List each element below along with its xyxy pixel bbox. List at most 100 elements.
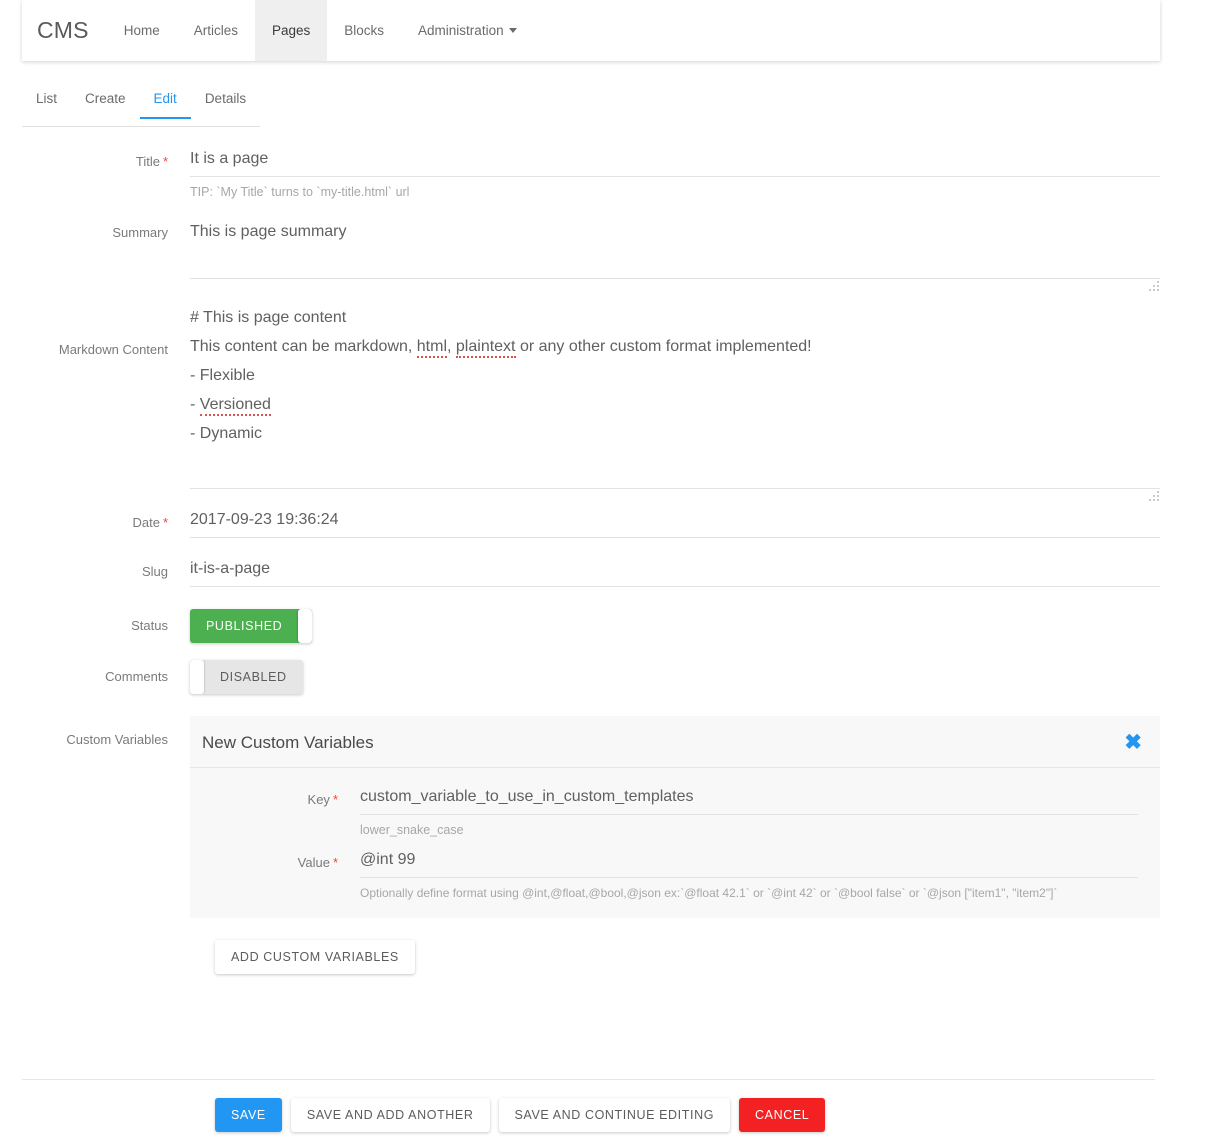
value-label-text: Value xyxy=(297,855,330,870)
markdown-label: Markdown Content xyxy=(58,342,168,357)
field-row-slug: Slug xyxy=(0,560,1205,587)
summary-label: Summary xyxy=(112,225,168,240)
markdown-line-0: # This is page content xyxy=(190,309,347,326)
custom-variables-field-wrap: New Custom Variables ✖ Key* lower_snake_… xyxy=(190,716,1205,918)
markdown-line-3-pre: - xyxy=(190,396,200,413)
comments-toggle[interactable]: DISABLED xyxy=(190,660,303,694)
tab-details[interactable]: Details xyxy=(191,91,260,117)
save-and-continue-editing-button[interactable]: SAVE AND CONTINUE EDITING xyxy=(498,1098,731,1132)
status-label: Status xyxy=(131,618,168,633)
page-edit-form: Title* TIP: `My Title` turns to `my-titl… xyxy=(0,150,1205,974)
key-label-text: Key xyxy=(307,792,330,807)
custom-variables-panel-body: Key* lower_snake_case Value* xyxy=(190,768,1160,918)
status-toggle-label: PUBLISHED xyxy=(206,619,283,633)
tab-create-label: Create xyxy=(85,91,126,106)
field-row-date: Date * xyxy=(0,511,1205,538)
custom-variables-panel-title: New Custom Variables xyxy=(202,732,374,752)
status-toggle[interactable]: PUBLISHED xyxy=(190,609,313,643)
markdown-line-1: This content can be markdown, html, plai… xyxy=(190,332,1160,361)
tab-edit-label: Edit xyxy=(153,91,177,106)
custom-variables-panel-header: New Custom Variables ✖ xyxy=(190,716,1160,768)
date-field-wrap xyxy=(190,511,1205,538)
title-label-text: Title xyxy=(135,154,160,169)
field-row-custom-variables: Custom Variables New Custom Variables ✖ … xyxy=(0,716,1205,918)
field-row-status: Status PUBLISHED xyxy=(0,609,1205,643)
comments-toggle-label: DISABLED xyxy=(220,670,287,684)
markdown-misspelled-versioned: Versioned xyxy=(199,396,271,416)
required-marker: * xyxy=(162,515,168,530)
nav-item-home[interactable]: Home xyxy=(107,0,177,61)
field-row-key: Key* lower_snake_case xyxy=(202,788,1148,837)
nav-item-blocks[interactable]: Blocks xyxy=(327,0,401,61)
add-custom-variables-wrap: ADD CUSTOM VARIABLES xyxy=(0,940,1205,974)
slug-label: Slug xyxy=(141,564,168,579)
slug-input[interactable] xyxy=(190,560,1160,587)
footer-divider xyxy=(22,1079,1155,1080)
nav-item-articles[interactable]: Articles xyxy=(177,0,255,61)
summary-field-wrap xyxy=(190,217,1205,291)
field-row-markdown: Markdown Content # This is page content … xyxy=(0,301,1205,501)
page-tabs: List Create Edit Details xyxy=(22,90,260,127)
date-label: Date * xyxy=(0,511,190,538)
markdown-line-1-post: or any other custom format implemented! xyxy=(515,338,812,355)
cancel-button[interactable]: CANCEL xyxy=(739,1098,826,1132)
tab-edit[interactable]: Edit xyxy=(139,91,191,119)
markdown-misspelled-html: html xyxy=(416,338,448,358)
nav-item-pages[interactable]: Pages xyxy=(255,0,328,61)
summary-textarea-wrap xyxy=(190,217,1160,291)
title-input[interactable] xyxy=(190,150,1160,177)
markdown-line-1-sep: , xyxy=(447,338,456,355)
tab-create[interactable]: Create xyxy=(71,91,140,117)
comments-toggle-knob xyxy=(190,660,204,694)
markdown-textarea[interactable]: # This is page content This content can … xyxy=(190,301,1160,489)
main-navbar: CMS Home Articles Pages Blocks Administr… xyxy=(22,0,1160,61)
slug-field-wrap xyxy=(190,560,1205,587)
markdown-line-1-pre: This content can be markdown, xyxy=(190,338,417,355)
nav-item-administration-label: Administration xyxy=(418,23,504,38)
key-input[interactable] xyxy=(360,788,1138,815)
nav-item-administration[interactable]: Administration xyxy=(401,0,534,61)
required-marker: * xyxy=(162,154,168,169)
value-field-wrap: Optionally define format using @int,@flo… xyxy=(360,851,1148,900)
markdown-line-2: - Flexible xyxy=(190,367,255,384)
markdown-textarea-wrap: # This is page content This content can … xyxy=(190,301,1160,501)
title-field-wrap: TIP: `My Title` turns to `my-title.html`… xyxy=(190,150,1205,199)
field-row-value: Value* Optionally define format using @i… xyxy=(202,851,1148,900)
date-input[interactable] xyxy=(190,511,1160,538)
form-actions: SAVE SAVE AND ADD ANOTHER SAVE AND CONTI… xyxy=(215,1098,826,1132)
field-row-summary: Summary xyxy=(0,217,1205,291)
summary-textarea[interactable] xyxy=(190,217,1160,279)
tab-list-label: List xyxy=(36,91,58,106)
required-marker: * xyxy=(332,855,338,870)
status-field-wrap: PUBLISHED xyxy=(190,609,1205,643)
save-button[interactable]: SAVE xyxy=(215,1098,282,1132)
markdown-line-4: - Dynamic xyxy=(190,425,263,442)
key-label: Key * xyxy=(202,788,360,837)
markdown-line-3: - Versioned xyxy=(190,390,1160,419)
resize-grip-icon[interactable] xyxy=(1147,279,1159,291)
save-and-add-another-button[interactable]: SAVE AND ADD ANOTHER xyxy=(290,1098,490,1132)
tab-list[interactable]: List xyxy=(22,91,71,117)
tab-details-label: Details xyxy=(204,91,247,106)
required-marker: * xyxy=(332,792,338,807)
nav-item-pages-label: Pages xyxy=(272,23,311,38)
chevron-down-icon xyxy=(508,28,517,33)
custom-variables-panel: New Custom Variables ✖ Key* lower_snake_… xyxy=(190,716,1160,918)
custom-variables-label: Custom Variables xyxy=(66,732,168,747)
brand-logo[interactable]: CMS xyxy=(22,0,107,61)
title-label: Title * xyxy=(0,150,190,199)
nav-item-articles-label: Articles xyxy=(193,23,238,38)
close-icon[interactable]: ✖ xyxy=(1124,732,1142,753)
key-field-wrap: lower_snake_case xyxy=(360,788,1148,837)
markdown-misspelled-plaintext: plaintext xyxy=(455,338,516,358)
title-help-text: TIP: `My Title` turns to `my-title.html`… xyxy=(190,185,410,199)
field-row-title: Title* TIP: `My Title` turns to `my-titl… xyxy=(0,150,1205,199)
nav-item-blocks-label: Blocks xyxy=(344,23,385,38)
comments-label: Comments xyxy=(105,669,168,684)
value-label: Value * xyxy=(202,851,360,900)
status-toggle-knob xyxy=(298,609,313,643)
resize-grip-icon[interactable] xyxy=(1147,489,1159,501)
value-input[interactable] xyxy=(360,851,1138,878)
value-help-text: Optionally define format using @int,@flo… xyxy=(360,886,1058,900)
add-custom-variables-button[interactable]: ADD CUSTOM VARIABLES xyxy=(215,940,415,974)
